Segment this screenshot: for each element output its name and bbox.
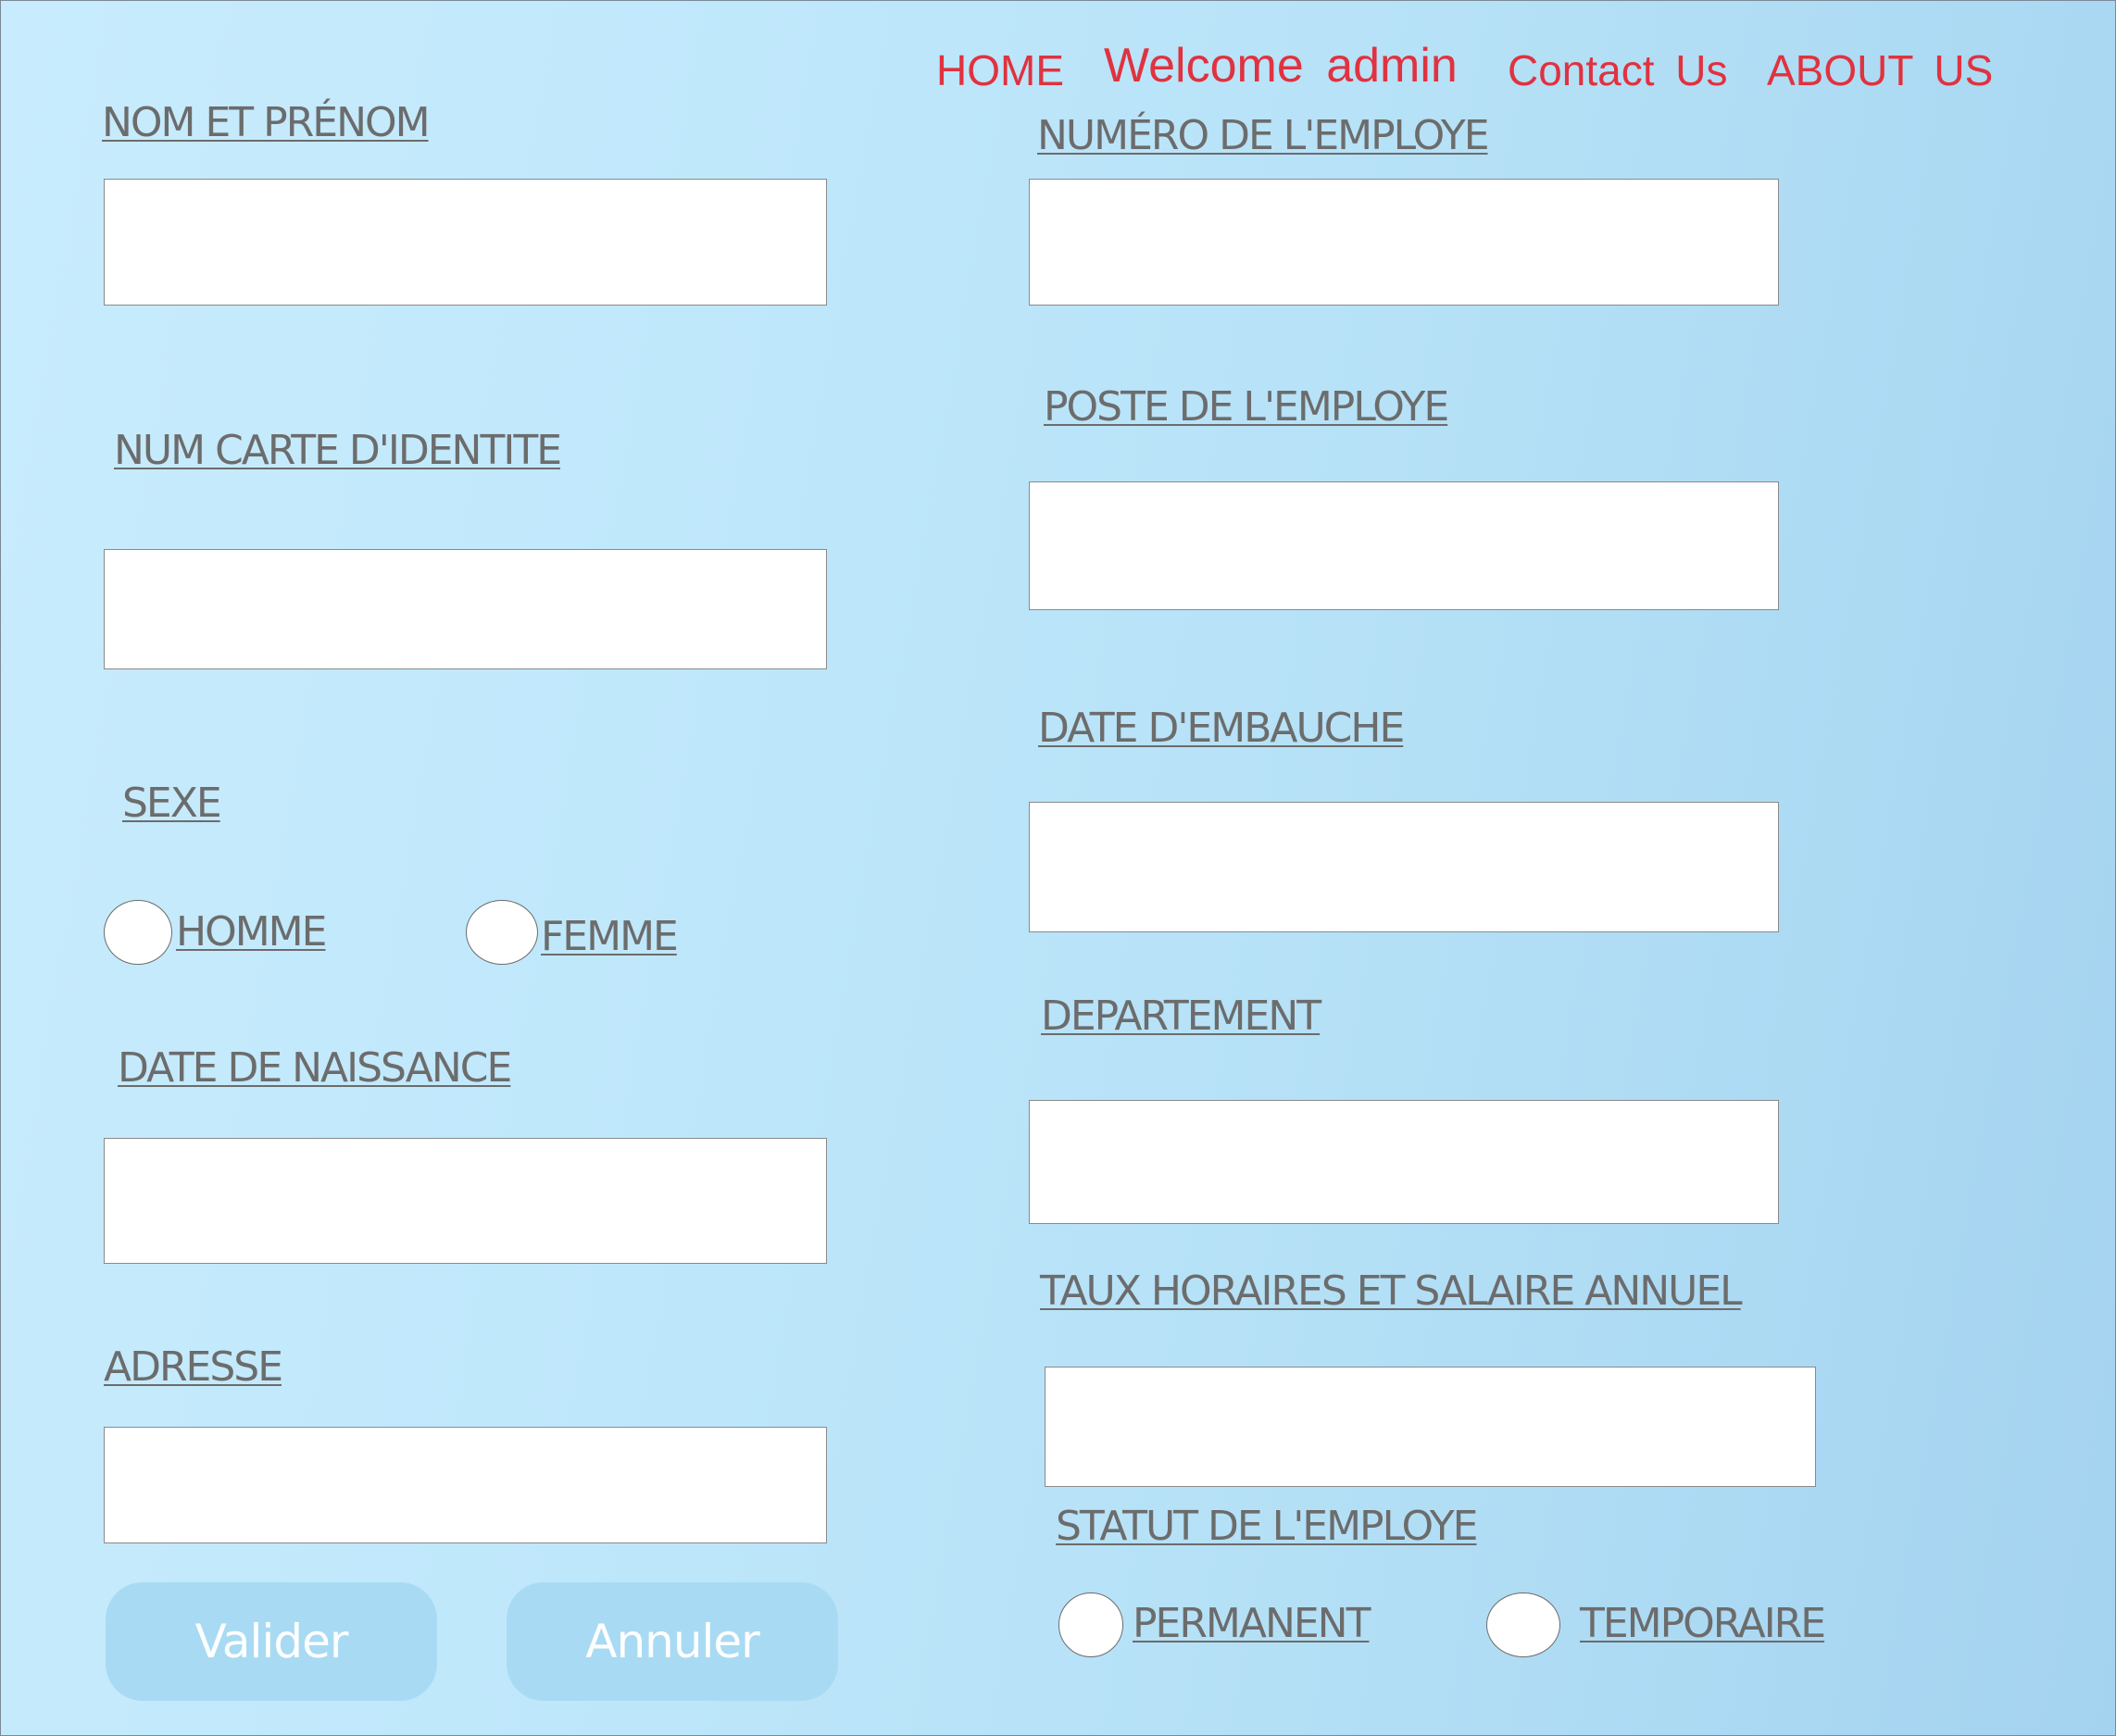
poste-employe-input[interactable]: [1029, 481, 1779, 610]
nom-prenom-label: NOM ET PRÉNOM: [102, 99, 431, 146]
date-naissance-input[interactable]: [104, 1138, 827, 1264]
homme-radio[interactable]: [104, 900, 172, 965]
annuler-button[interactable]: Annuler: [507, 1582, 838, 1701]
nav-about-link[interactable]: ABOUT US: [1767, 45, 1993, 95]
adresse-input[interactable]: [104, 1427, 827, 1543]
femme-option-label[interactable]: FEMME: [541, 917, 679, 957]
employee-form-page: HOME Welcome admin Contact Us ABOUT US N…: [0, 0, 2116, 1736]
femme-radio[interactable]: [466, 900, 538, 965]
statut-employe-label: STATUT DE L'EMPLOYE: [1056, 1503, 1478, 1550]
sexe-label: SEXE: [122, 780, 222, 827]
departement-input[interactable]: [1029, 1100, 1779, 1224]
numero-employe-input[interactable]: [1029, 179, 1779, 306]
taux-salaire-label: TAUX HORAIRES ET SALAIRE ANNUEL: [1040, 1268, 1743, 1315]
date-embauche-input[interactable]: [1029, 802, 1779, 932]
welcome-admin-text: Welcome admin: [1104, 39, 1458, 93]
adresse-label: ADRESSE: [104, 1343, 283, 1391]
permanent-radio[interactable]: [1058, 1592, 1123, 1657]
nav-home-link[interactable]: HOME: [936, 45, 1064, 95]
nav-contact-link[interactable]: Contact Us: [1508, 45, 1728, 95]
valider-button[interactable]: Valider: [106, 1582, 437, 1701]
nom-prenom-input[interactable]: [104, 179, 827, 306]
temporaire-radio[interactable]: [1486, 1592, 1560, 1657]
num-carte-input[interactable]: [104, 549, 827, 669]
temporaire-option-label[interactable]: TEMPORAIRE: [1580, 1604, 1826, 1644]
date-embauche-label: DATE D'EMBAUCHE: [1038, 705, 1405, 752]
homme-option-label[interactable]: HOMME: [176, 912, 327, 953]
taux-salaire-input[interactable]: [1045, 1367, 1816, 1487]
date-naissance-label: DATE DE NAISSANCE: [118, 1044, 512, 1092]
numero-employe-label: NUMÉRO DE L'EMPLOYE: [1037, 112, 1489, 159]
poste-employe-label: POSTE DE L'EMPLOYE: [1044, 383, 1449, 431]
num-carte-label: NUM CARTE D'IDENTITE: [114, 427, 562, 474]
departement-label: DEPARTEMENT: [1041, 993, 1321, 1040]
permanent-option-label[interactable]: PERMANENT: [1133, 1604, 1371, 1644]
